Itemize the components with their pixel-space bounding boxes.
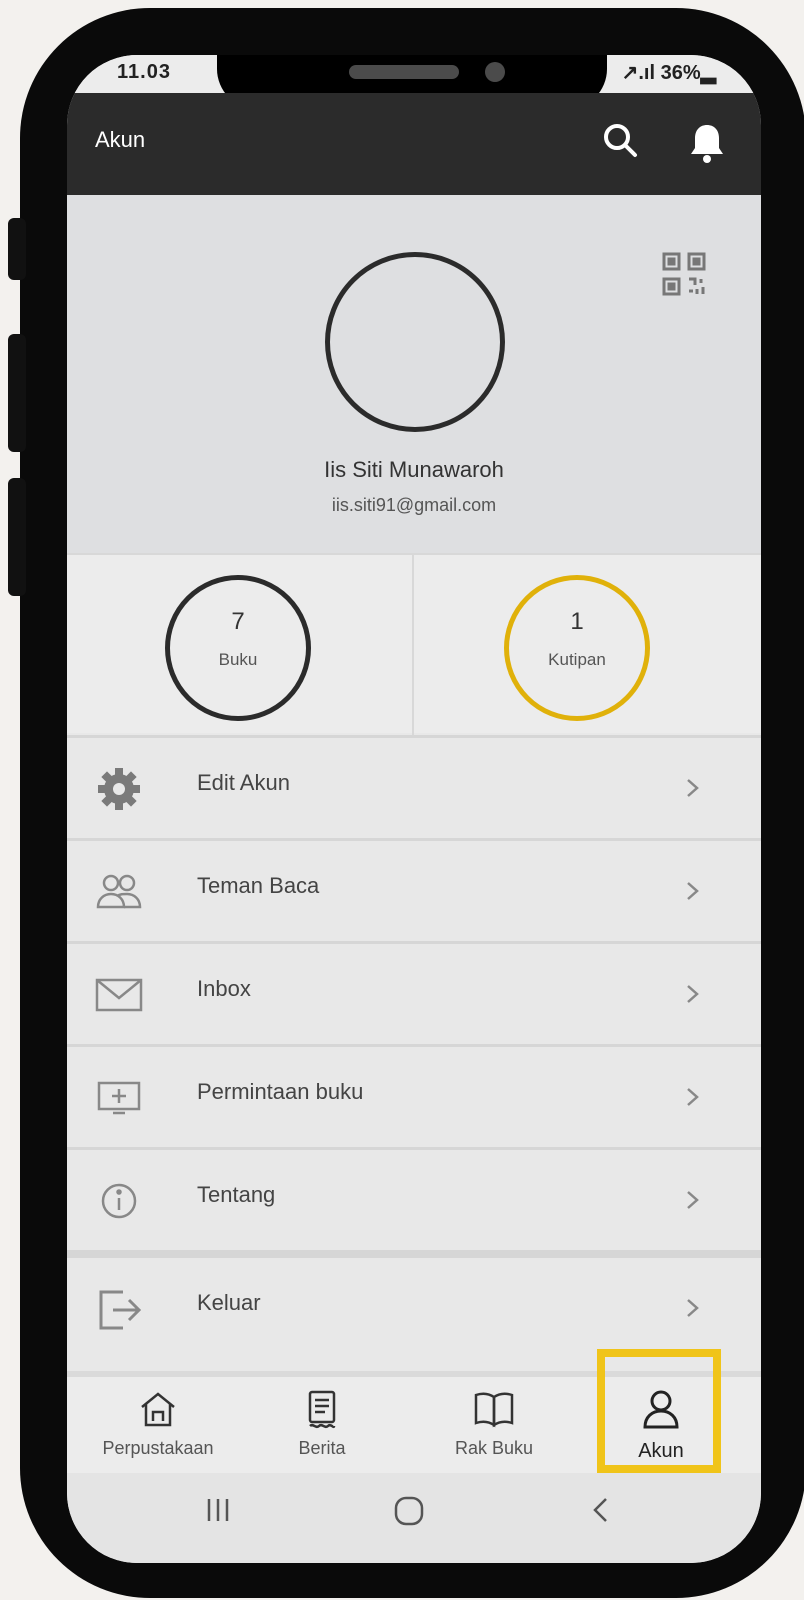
bell-icon[interactable] (687, 121, 727, 170)
app-bar: Akun (67, 93, 761, 195)
recent-apps-button[interactable] (203, 1495, 233, 1530)
status-indicators: ↗.ıl 36%▂ (621, 62, 716, 84)
tab-label: Perpustakaan (102, 1438, 214, 1458)
back-button[interactable] (587, 1495, 617, 1530)
profile-email: iis.siti91@gmail.com (331, 495, 497, 515)
stat-quotes-label: Kutipan (548, 650, 606, 669)
stats-panel: 7 Buku 1 Kutipan (67, 553, 761, 735)
stat-quotes-value: 1 (570, 608, 584, 635)
tab-label: Rak Buku (454, 1438, 534, 1458)
page-title: Akun (95, 127, 146, 152)
info-icon (95, 1178, 145, 1224)
menu-item-label: Edit Akun (197, 770, 290, 795)
menu-item-reading-friends[interactable]: Teman Baca (67, 838, 761, 938)
tab-library[interactable]: Perpustakaan (83, 1389, 233, 1459)
menu-item-label: Permintaan buku (197, 1079, 364, 1104)
menu-item-edit-account[interactable]: Edit Akun (67, 735, 761, 835)
gear-icon (95, 766, 145, 812)
tab-bookshelf[interactable]: Rak Buku (439, 1389, 549, 1459)
menu-item-inbox[interactable]: Inbox (67, 941, 761, 1041)
news-icon (302, 1390, 342, 1433)
front-camera (485, 62, 505, 82)
menu-item-logout[interactable]: Keluar (67, 1250, 761, 1350)
chevron-right-icon (683, 982, 703, 1006)
chevron-right-icon (683, 1296, 703, 1320)
stat-books-value: 7 (231, 608, 245, 635)
profile-name: Iis Siti Munawaroh (324, 457, 504, 482)
menu-item-label: Keluar (197, 1290, 261, 1315)
menu-item-label: Inbox (197, 976, 251, 1001)
mail-icon (95, 972, 145, 1018)
chevron-right-icon (683, 879, 703, 903)
phone-side-button (8, 334, 26, 452)
menu-item-label: Tentang (197, 1182, 276, 1207)
home-icon (138, 1392, 178, 1433)
people-icon (95, 869, 145, 915)
menu-item-label: Teman Baca (197, 873, 320, 898)
phone-side-button (8, 218, 26, 280)
system-nav-bar (67, 1473, 761, 1563)
stat-books[interactable]: 7 Buku (165, 575, 311, 721)
logout-icon (95, 1286, 145, 1332)
tab-label: Berita (298, 1438, 346, 1458)
stat-books-label: Buku (218, 650, 258, 669)
chevron-right-icon (683, 1188, 703, 1212)
chevron-right-icon (683, 1085, 703, 1109)
profile-header: Iis Siti Munawaroh iis.siti91@gmail.com (67, 195, 761, 553)
chevron-right-icon (683, 776, 703, 800)
stat-quotes[interactable]: 1 Kutipan (504, 575, 650, 721)
stats-divider (412, 555, 414, 735)
monitor-plus-icon (95, 1075, 145, 1121)
tab-news[interactable]: Berita (272, 1389, 372, 1459)
book-icon (472, 1392, 516, 1433)
avatar[interactable] (325, 252, 505, 432)
active-tab-highlight (597, 1349, 721, 1473)
phone-screen: 11.03 ↗.ıl 36%▂ Akun Iis Siti Munawaroh … (67, 55, 761, 1563)
menu-item-book-request[interactable]: Permintaan buku (67, 1044, 761, 1144)
phone-side-button (8, 478, 26, 596)
menu-item-about[interactable]: Tentang (67, 1147, 761, 1247)
speaker-grill (349, 65, 459, 79)
qr-code-icon[interactable] (661, 251, 707, 302)
status-time: 11.03 (117, 61, 171, 83)
search-icon[interactable] (601, 121, 641, 166)
home-button[interactable] (393, 1495, 425, 1532)
